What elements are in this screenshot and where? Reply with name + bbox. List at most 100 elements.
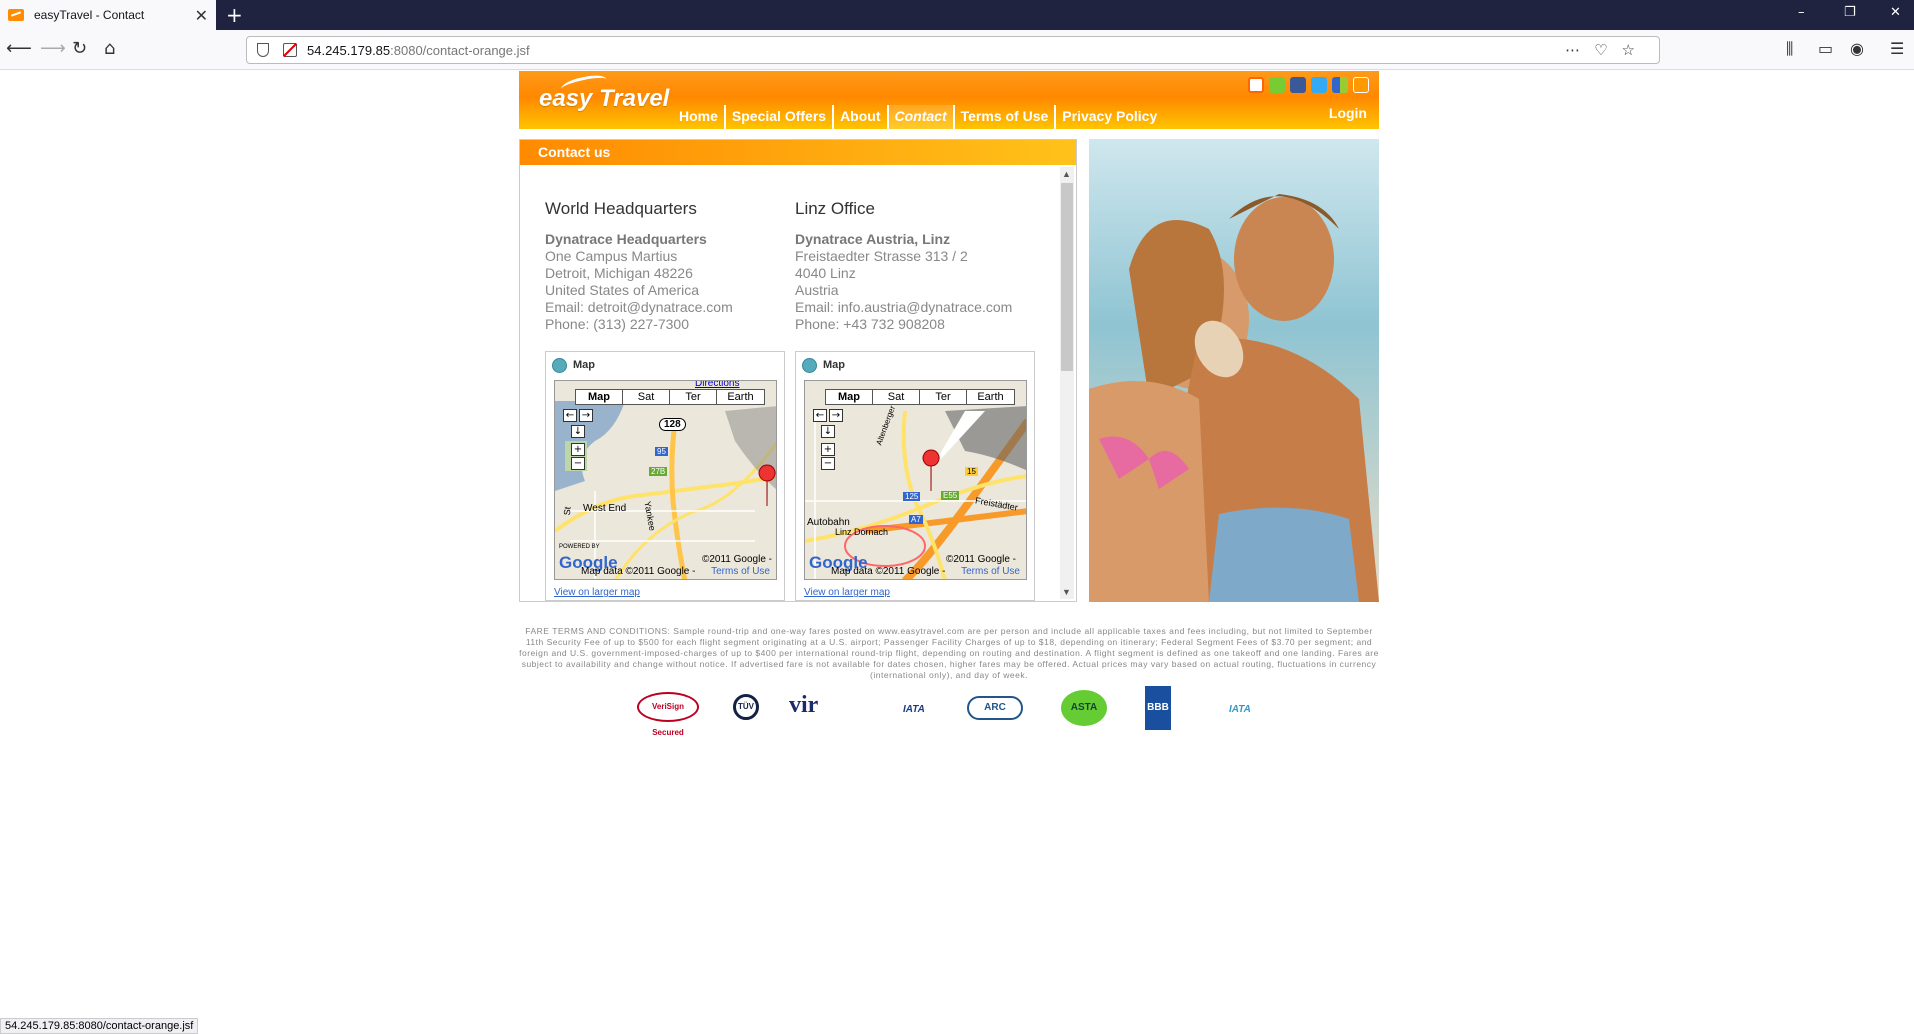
bookmark-star-icon[interactable]: ☆ <box>1622 41 1649 59</box>
new-tab-icon[interactable]: + <box>226 3 243 27</box>
logo-text: easy Travel <box>539 85 670 112</box>
map-detroit[interactable]: Map Sat Ter Earth Directions ← → ↓ + − 1… <box>554 380 777 580</box>
reload-icon[interactable]: ↻ <box>72 39 87 59</box>
nav-contact[interactable]: Contact <box>888 105 955 129</box>
globe-icon <box>552 357 567 373</box>
rss-icon[interactable] <box>1353 77 1369 93</box>
minimize-icon[interactable]: – <box>1798 5 1805 20</box>
nav-home[interactable]: Home <box>673 105 726 129</box>
url-path: :8080/contact-orange.jsf <box>390 42 530 58</box>
office-address-line: Detroit, Michigan 48226 <box>545 265 693 281</box>
pan-left-icon[interactable]: ← <box>813 409 827 422</box>
home-icon[interactable]: ⌂ <box>104 39 115 59</box>
pan-down-icon[interactable]: ↓ <box>821 425 835 438</box>
library-icon[interactable]: ⫼ <box>1786 39 1793 59</box>
zoom-out-icon[interactable]: − <box>821 457 835 470</box>
main-nav: Home Special Offers About Contact Terms … <box>673 105 1163 129</box>
panel-scrollbar[interactable]: ▲ ▼ <box>1060 167 1074 599</box>
map-tab-earth[interactable]: Earth <box>717 390 764 404</box>
insecure-lock-icon[interactable] <box>283 43 297 57</box>
map-copyright: ©2011 Google - <box>701 554 772 565</box>
map-linz[interactable]: Map Sat Ter Earth ← → ↓ + − 125 E55 A7 1… <box>804 380 1027 580</box>
close-tab-icon[interactable]: ✕ <box>195 6 208 26</box>
globe-icon <box>802 357 817 373</box>
bbb-badge-icon[interactable]: BBB <box>1145 686 1171 730</box>
scroll-thumb[interactable] <box>1061 183 1073 371</box>
view-larger-map-link[interactable]: View on larger map <box>804 587 890 598</box>
office-name: Dynatrace Austria, Linz <box>795 231 951 247</box>
pan-right-icon[interactable]: → <box>579 409 593 422</box>
map-tab-earth[interactable]: Earth <box>967 390 1014 404</box>
status-bar: 54.245.179.85:8080/contact-orange.jsf <box>0 1018 199 1034</box>
map-terms-link[interactable]: Terms of Use <box>711 566 770 577</box>
office-email: Email: detroit@dynatrace.com <box>545 299 733 315</box>
office-linz: Linz Office Dynatrace Austria, Linz Frei… <box>795 200 1025 333</box>
more-actions-icon[interactable]: ⋯ <box>1565 41 1594 59</box>
zoom-in-icon[interactable]: + <box>571 443 585 456</box>
tracking-shield-icon[interactable] <box>257 43 269 57</box>
map-tab-sat[interactable]: Sat <box>873 390 920 404</box>
interstate-95-shield: 95 <box>655 447 668 456</box>
android-icon[interactable] <box>1269 77 1285 93</box>
office-phone: Phone: (313) 227-7300 <box>545 316 689 332</box>
forward-icon[interactable]: ⟶ <box>40 39 66 59</box>
map-header: Map <box>796 352 1034 378</box>
office-phone: Phone: +43 732 908208 <box>795 316 945 332</box>
facebook-icon[interactable] <box>1290 77 1306 93</box>
browser-tab-active[interactable]: easyTravel - Contact ✕ <box>0 0 216 30</box>
pan-left-icon[interactable]: ← <box>563 409 577 422</box>
verisign-badge-icon[interactable]: VeriSign Secured <box>637 692 699 737</box>
panel-title: Contact us <box>520 140 1076 165</box>
delicious-icon[interactable] <box>1332 77 1348 93</box>
iata-badge-icon-2[interactable]: IATA <box>1229 704 1251 715</box>
map-terms-link[interactable]: Terms of Use <box>961 566 1020 577</box>
site-header: easy Travel Home Special Offers About Co… <box>519 71 1379 129</box>
zoom-in-icon[interactable]: + <box>821 443 835 456</box>
a7-shield: A7 <box>909 515 923 524</box>
asta-badge-icon[interactable]: ASTA <box>1061 690 1107 726</box>
account-icon[interactable]: ◉ <box>1850 39 1864 58</box>
nav-special-offers[interactable]: Special Offers <box>726 105 835 129</box>
map-tab-sat[interactable]: Sat <box>623 390 670 404</box>
office-address-line: 4040 Linz <box>795 265 856 281</box>
close-window-icon[interactable]: ✕ <box>1890 5 1901 20</box>
zoom-out-icon[interactable]: − <box>571 457 585 470</box>
view-larger-map-link[interactable]: View on larger map <box>554 587 640 598</box>
map-tab-ter[interactable]: Ter <box>670 390 717 404</box>
map-tab-map[interactable]: Map <box>576 390 623 404</box>
nav-about[interactable]: About <box>834 105 889 129</box>
twitter-icon[interactable] <box>1311 77 1327 93</box>
pan-down-icon[interactable]: ↓ <box>571 425 585 438</box>
back-icon[interactable]: ⟵ <box>6 39 32 59</box>
login-link[interactable]: Login <box>1329 105 1367 121</box>
map-copyright: ©2011 Google - <box>945 554 1016 565</box>
vir-badge-icon[interactable]: vir <box>789 692 818 719</box>
pocket-icon[interactable]: ♡ <box>1594 41 1621 59</box>
map-tab-ter[interactable]: Ter <box>920 390 967 404</box>
nav-privacy-policy[interactable]: Privacy Policy <box>1056 105 1163 129</box>
scroll-up-icon[interactable]: ▲ <box>1062 169 1071 179</box>
url-actions[interactable]: ⋯♡☆ <box>1565 41 1649 59</box>
tuv-badge-icon[interactable]: TÜV <box>733 694 759 720</box>
office-address-line: United States of America <box>545 282 700 298</box>
blogger-icon[interactable] <box>1248 77 1264 93</box>
menu-icon[interactable]: ☰ <box>1890 39 1904 58</box>
directions-link[interactable]: Directions <box>695 381 739 389</box>
arc-badge-icon[interactable]: ARC <box>967 696 1023 720</box>
sidebar-icon[interactable]: ▭ <box>1818 39 1833 58</box>
restore-icon[interactable]: ❐ <box>1844 5 1856 20</box>
pan-right-icon[interactable]: → <box>829 409 843 422</box>
fare-terms-text: FARE TERMS AND CONDITIONS: Sample round-… <box>519 626 1379 680</box>
nav-terms-of-use[interactable]: Terms of Use <box>955 105 1057 129</box>
st-label: St <box>561 506 573 516</box>
map-widget-linz: Map Map Sat Ter Earth ← → ↓ + − 125 E55 … <box>795 351 1035 601</box>
office-address-line: Austria <box>795 282 839 298</box>
west-end-label: West End <box>583 503 627 514</box>
office-address-line: Freistaedter Strasse 313 / 2 <box>795 248 968 264</box>
iata-badge-icon[interactable]: IATA <box>903 704 925 715</box>
url-bar[interactable]: 54.245.179.85 :8080/contact-orange.jsf ⋯… <box>246 36 1660 64</box>
easytravel-logo[interactable]: easy Travel <box>539 72 670 113</box>
map-type-tabs: Map Sat Ter Earth <box>825 389 1015 405</box>
scroll-down-icon[interactable]: ▼ <box>1062 587 1071 597</box>
map-tab-map[interactable]: Map <box>826 390 873 404</box>
